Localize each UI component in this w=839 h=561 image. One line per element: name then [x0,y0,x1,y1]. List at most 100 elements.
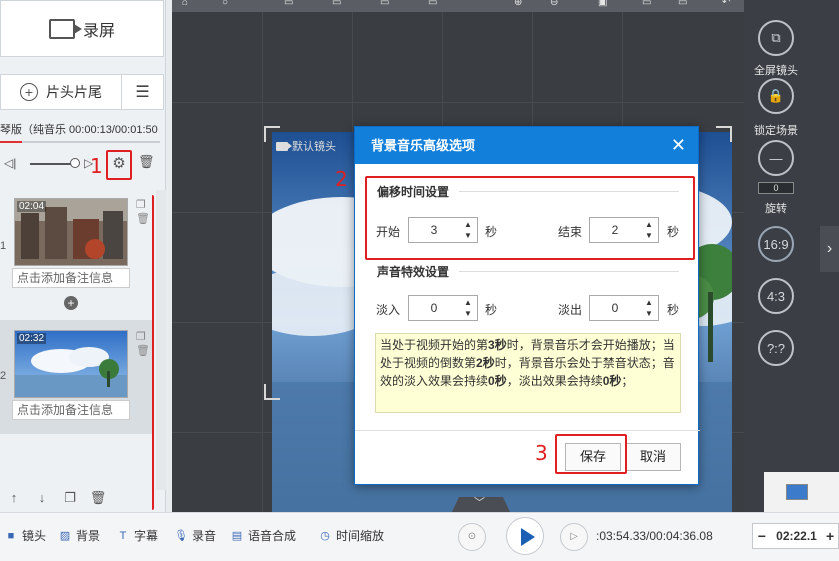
volume-slider-knob[interactable] [70,158,80,168]
microphone-icon: 🎙 [174,529,188,542]
timeline-zoom-control[interactable]: − 02:22.1 + [752,523,839,549]
toolbar-icon[interactable]: ▭ [332,0,341,8]
note-text: ； [621,374,634,388]
video-camera-icon [48,18,82,39]
toolbar-icon[interactable]: ▭ [428,0,437,8]
clip-item[interactable]: 02:04 点击添加备注信息 [12,196,130,292]
caption-button[interactable]: T 字幕 [116,527,158,544]
copy-icon[interactable]: ❐ [136,198,146,211]
note-text: 当处于视频开始的第 [380,338,489,352]
frame-corner[interactable] [716,126,732,142]
rotate-value-field[interactable]: 0 [758,182,794,194]
note-highlight: 2秒 [476,356,495,370]
ratio-4-3-button[interactable]: 4:3 [758,278,794,314]
trash-icon[interactable]: 🗑 [86,487,110,509]
expand-panel-button[interactable]: › [820,226,839,272]
frame-corner[interactable] [264,384,280,400]
decrement-icon[interactable]: ▼ [463,309,473,319]
music-list-icon: ☰ [135,84,150,101]
note-text: ，淡出效果会持续 [506,374,603,388]
ratio-custom-button[interactable]: ?:? [758,330,794,366]
increment-icon[interactable]: ▲ [644,298,654,308]
zoom-preview-button[interactable]: ⊙ [458,523,486,551]
home-icon[interactable]: ⌂ [182,0,188,8]
note-highlight: 0秒 [602,374,622,388]
time-scale-button[interactable]: ◷ 时间缩放 [318,527,384,544]
lock-scene-button[interactable]: 🔒 [758,78,794,114]
trash-icon[interactable]: 🗑 [136,212,150,225]
intro-outro-button[interactable]: + 片头片尾 [0,74,122,110]
record-audio-button[interactable]: 🎙 录音 [174,527,216,544]
tts-button[interactable]: ▤ 语音合成 [230,527,296,544]
speech-icon: ▤ [231,529,243,542]
toolbar-icon[interactable]: ▭ [380,0,389,8]
lens-button[interactable]: ■ 镜头 [4,527,46,544]
zoom-in-icon[interactable]: ⊕ [514,0,522,8]
zoom-out-icon[interactable]: − [753,528,771,544]
clip-actions: ↑ ↓ ❐ 🗑 [0,484,166,512]
music-list-button[interactable]: ☰ [122,74,164,110]
fade-in-value[interactable]: 0 [409,296,459,320]
ratio-16-9-button[interactable]: 16:9 [758,226,794,262]
music-progress-bar[interactable] [0,141,160,143]
background-label: 背景 [76,529,101,543]
dialog-title: 背景音乐高级选项 [371,138,476,153]
fade-in-unit: 秒 [485,303,498,317]
record-screen-button[interactable]: 录屏 [0,0,164,57]
cancel-button[interactable]: 取消 [625,443,681,471]
volume-slider[interactable] [30,163,74,165]
play-icon [521,528,535,546]
zoom-out-icon[interactable]: ⊖ [550,0,558,8]
chevron-right-icon: › [826,240,833,257]
rotate-label: 旋转 [765,203,787,215]
fade-out-value[interactable]: 0 [590,296,640,320]
fade-out-stepper[interactable]: 0 ▲ ▼ [589,295,659,321]
clip-index: 2 [0,370,7,382]
arrow-down-icon[interactable]: ↓ [30,487,54,509]
time-scale-label: 时间缩放 [336,529,385,543]
volume-low-icon[interactable]: ◁| [4,156,20,170]
undo-icon[interactable]: ↶ [722,0,730,8]
toolbar-icon[interactable]: ▭ [284,0,293,8]
collapse-timeline-button[interactable]: ﹀ [452,497,510,512]
annotation-box-3 [555,434,627,474]
clip-item[interactable]: 02:32 点击添加备注信息 [12,328,130,424]
clip-note-field[interactable]: 点击添加备注信息 [12,268,130,288]
next-frame-button[interactable]: ▷ [560,523,588,551]
decrement-icon[interactable]: ▼ [644,309,654,319]
add-clip-button[interactable]: + [64,296,78,310]
arrow-up-icon[interactable]: ↑ [2,487,26,509]
fullscreen-lens-button[interactable]: ⧉ [758,20,794,56]
copy-icon[interactable]: ❐ [136,330,146,343]
fade-out-label: 淡出 [558,303,583,317]
zoom-in-icon[interactable]: + [822,528,838,544]
toolbar-icon[interactable]: ▭ [678,0,687,8]
right-tool-rail: ⧉ 全屏镜头 🔒 锁定场景 — 0 旋转 16:9 4:3 ?:? › [744,0,839,512]
toolbar-icon[interactable]: ▭ [642,0,651,8]
background-icon: ▨ [59,529,71,542]
trash-icon[interactable]: 🗑 [136,344,150,357]
background-button[interactable]: ▨ 背景 [58,527,100,544]
clip-note-field[interactable]: 点击添加备注信息 [12,400,130,420]
music-controls: ◁| ▷ ⚙ 🗑 [0,150,166,178]
preview-thumbnail[interactable] [764,472,839,512]
clip-duration: 02:04 [17,201,47,212]
fade-in-stepper[interactable]: 0 ▲ ▼ [408,295,478,321]
copy-icon[interactable]: ❐ [58,487,82,509]
delete-music-button[interactable]: 🗑 [138,154,155,172]
music-progress-fill [0,141,23,143]
rotate-dial[interactable]: — [758,140,794,176]
save-icon[interactable]: ▣ [598,0,607,8]
increment-icon[interactable]: ▲ [463,298,473,308]
play-button[interactable] [506,517,544,555]
circle-icon[interactable]: ○ [222,0,228,8]
timeline-zoom-value[interactable]: 02:22.1 [771,529,822,543]
clip-thumbnail[interactable]: 02:32 [14,330,128,398]
clip-thumbnail[interactable]: 02:04 [14,198,128,266]
clip-index: 1 [0,240,7,252]
annotation-line [150,195,154,510]
clip-list-scrollbar[interactable] [156,190,166,490]
close-icon[interactable]: ✕ [671,127,686,164]
section-divider [459,271,679,272]
lock-icon: 🔒 [767,88,785,103]
